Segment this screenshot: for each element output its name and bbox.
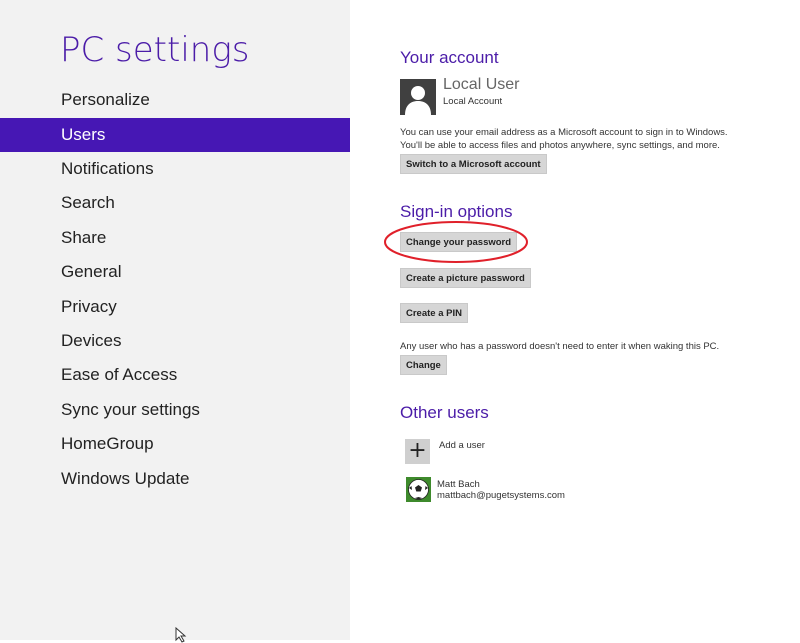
sidebar-item-label: Users [61, 125, 106, 144]
sidebar-item-homegroup[interactable]: HomeGroup [0, 427, 350, 461]
sidebar-item-label: Privacy [61, 297, 117, 316]
waking-password-text: Any user who has a password doesn't need… [400, 341, 720, 352]
sidebar-item-label: Share [61, 228, 107, 247]
change-waking-policy-button[interactable]: Change [400, 355, 447, 375]
highlight-ellipse-annotation [384, 221, 528, 263]
page-title: PC settings [60, 30, 250, 70]
sidebar-item-label: Notifications [61, 159, 154, 178]
sidebar: PC settings Personalize Users Notificati… [0, 0, 350, 643]
create-picture-password-button[interactable]: Create a picture password [400, 268, 531, 288]
sidebar-item-windows-update[interactable]: Windows Update [0, 462, 350, 496]
your-account-heading: Your account [400, 48, 499, 67]
add-user-plus-icon[interactable]: + [405, 439, 430, 464]
sidebar-item-sync-settings[interactable]: Sync your settings [0, 393, 350, 427]
sidebar-item-label: Devices [61, 331, 122, 350]
create-pin-button[interactable]: Create a PIN [400, 303, 468, 323]
soccer-ball-avatar-icon[interactable] [406, 477, 431, 502]
user-avatar-icon [400, 79, 436, 115]
mouse-cursor-icon [175, 627, 187, 643]
other-user-email: mattbach@pugetsystems.com [437, 490, 565, 501]
microsoft-account-description: You can use your email address as a Micr… [400, 127, 728, 151]
other-user-name[interactable]: Matt Bach [437, 479, 480, 490]
sidebar-item-label: General [61, 262, 122, 281]
sidebar-item-users[interactable]: Users [0, 118, 350, 152]
account-user-name: Local User [443, 76, 520, 93]
main-panel: Your account Local User Local Account Yo… [350, 0, 800, 640]
sidebar-item-general[interactable]: General [0, 255, 350, 289]
sidebar-item-search[interactable]: Search [0, 186, 350, 220]
add-user-link[interactable]: Add a user [439, 440, 485, 451]
sidebar-item-label: Search [61, 193, 115, 212]
sidebar-item-label: Windows Update [61, 469, 190, 488]
sidebar-item-label: Ease of Access [61, 365, 178, 384]
account-type: Local Account [443, 96, 503, 107]
sidebar-item-devices[interactable]: Devices [0, 324, 350, 358]
sidebar-item-label: HomeGroup [61, 434, 154, 453]
switch-microsoft-account-button[interactable]: Switch to a Microsoft account [400, 154, 547, 174]
sidebar-item-privacy[interactable]: Privacy [0, 290, 350, 324]
sidebar-item-personalize[interactable]: Personalize [0, 83, 350, 117]
other-users-heading: Other users [400, 403, 489, 422]
sidebar-item-share[interactable]: Share [0, 221, 350, 255]
sidebar-item-label: Personalize [61, 90, 150, 109]
sidebar-item-label: Sync your settings [61, 400, 200, 419]
sign-in-options-heading: Sign-in options [400, 202, 513, 221]
sidebar-item-ease-of-access[interactable]: Ease of Access [0, 358, 350, 392]
sidebar-item-notifications[interactable]: Notifications [0, 152, 350, 186]
